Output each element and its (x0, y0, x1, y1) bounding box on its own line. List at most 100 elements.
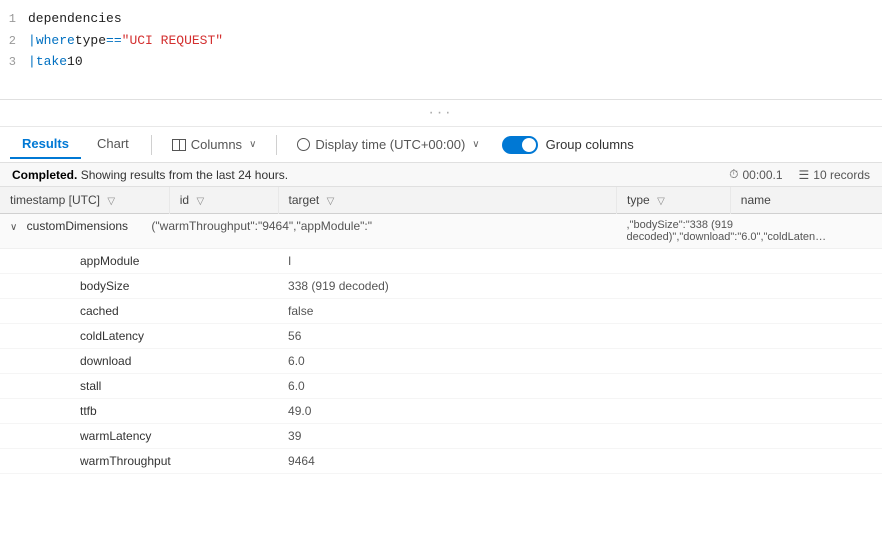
table-row: download 6.0 (0, 349, 882, 374)
expand-cell-label: ∨ customDimensions ("warmThroughput":"94… (0, 214, 617, 249)
nested-empty-8 (617, 424, 882, 449)
clock-icon (297, 138, 310, 151)
table-row: coldLatency 56 (0, 324, 882, 349)
display-time-button[interactable]: Display time (UTC+00:00) ∨ (287, 133, 489, 156)
nested-empty-7 (617, 399, 882, 424)
display-time-chevron-icon: ∨ (472, 139, 479, 150)
nested-empty-5 (617, 349, 882, 374)
keyword-take: take (36, 52, 67, 72)
group-columns-toggle-wrap: Group columns (502, 136, 634, 154)
expand-chevron-icon[interactable]: ∨ (10, 222, 17, 233)
records-count: 10 records (813, 168, 870, 182)
code-content-1: dependencies (28, 9, 122, 29)
expand-right-preview: ,"bodySize":"338 (919 decoded)","downloa… (617, 214, 882, 249)
nested-value-cached: false (278, 299, 617, 324)
nested-value-bodySize: 338 (919 decoded) (278, 274, 617, 299)
col-header-timestamp[interactable]: timestamp [UTC] ▽ (0, 187, 169, 214)
nested-value-coldLatency: 56 (278, 324, 617, 349)
group-columns-label: Group columns (546, 137, 634, 152)
pipe-operator-2: | (28, 31, 36, 51)
toggle-knob (522, 138, 536, 152)
status-sub-text: Showing results from the last 24 hours. (81, 168, 288, 182)
filter-icon-id[interactable]: ▽ (196, 196, 204, 207)
status-bar: Completed. Showing results from the last… (0, 163, 882, 187)
table-row: warmLatency 39 (0, 424, 882, 449)
code-line-1: 1 dependencies (0, 8, 882, 30)
col-label-name: name (741, 193, 771, 207)
operator-eq: == (106, 31, 122, 51)
code-editor[interactable]: 1 dependencies 2 | where type == "UCI RE… (0, 0, 882, 100)
records-icon: ☰ (799, 168, 810, 182)
columns-chevron-icon: ∨ (249, 139, 256, 150)
keyword-where: where (36, 31, 75, 51)
nested-value-stall: 6.0 (278, 374, 617, 399)
nested-label-stall: stall (0, 374, 278, 399)
tab-bar: Results Chart Columns ∨ Display time (UT… (0, 127, 882, 163)
col-header-type[interactable]: type ▽ (617, 187, 731, 214)
nested-empty-2 (617, 274, 882, 299)
nested-label-coldLatency: coldLatency (0, 324, 278, 349)
filter-icon-timestamp[interactable]: ▽ (107, 196, 115, 207)
nested-empty-1 (617, 249, 882, 274)
nested-label-warmLatency: warmLatency (0, 424, 278, 449)
nested-empty-4 (617, 324, 882, 349)
expand-label: customDimensions (27, 219, 128, 233)
table-row: cached false (0, 299, 882, 324)
time-badge: ⏱ 00:00.1 (729, 167, 782, 182)
clock-status-icon: ⏱ (729, 167, 738, 182)
nested-value-warmLatency: 39 (278, 424, 617, 449)
nested-empty-3 (617, 299, 882, 324)
section-divider: ··· (0, 100, 882, 127)
pipe-operator-3: | (28, 52, 36, 72)
code-line-2: 2 | where type == "UCI REQUEST" (0, 30, 882, 52)
expand-target-preview: ("warmThroughput":"9464","appModule":" (151, 219, 372, 233)
col-header-name[interactable]: name (730, 187, 882, 214)
take-value: 10 (67, 52, 83, 72)
status-right: ⏱ 00:00.1 ☰ 10 records (729, 167, 870, 182)
group-columns-toggle[interactable] (502, 136, 538, 154)
nested-value-ttfb: 49.0 (278, 399, 617, 424)
nested-value-download: 6.0 (278, 349, 617, 374)
tab-divider (151, 135, 152, 155)
col-label-target: target (289, 193, 320, 207)
nested-value-warmThroughput: 9464 (278, 449, 617, 474)
nested-label-appModule: appModule (0, 249, 278, 274)
dots-icon: ··· (429, 104, 454, 121)
col-label-id: id (180, 193, 189, 207)
field-type: type (75, 31, 106, 51)
code-line-3: 3 | take 10 (0, 51, 882, 73)
col-header-id[interactable]: id ▽ (169, 187, 278, 214)
table-row: bodySize 338 (919 decoded) (0, 274, 882, 299)
columns-label: Columns (191, 137, 242, 152)
filter-icon-target[interactable]: ▽ (327, 196, 335, 207)
nested-empty-9 (617, 449, 882, 474)
nested-value-appModule: I (278, 249, 617, 274)
results-table-wrapper[interactable]: timestamp [UTC] ▽ id ▽ target ▽ type ▽ (0, 187, 882, 540)
table-row: appModule I (0, 249, 882, 274)
columns-button[interactable]: Columns ∨ (162, 133, 267, 156)
string-value: "UCI REQUEST" (122, 31, 223, 51)
display-time-label: Display time (UTC+00:00) (315, 137, 465, 152)
tab-chart[interactable]: Chart (85, 130, 141, 159)
tab-divider-2 (276, 135, 277, 155)
line-number-3: 3 (0, 53, 28, 71)
col-header-target[interactable]: target ▽ (278, 187, 617, 214)
col-label-timestamp: timestamp [UTC] (10, 193, 100, 207)
status-text: Completed. Showing results from the last… (12, 168, 288, 182)
elapsed-time: 00:00.1 (742, 168, 782, 182)
nested-label-warmThroughput: warmThroughput (0, 449, 278, 474)
table-row-expand[interactable]: ∨ customDimensions ("warmThroughput":"94… (0, 214, 882, 249)
col-label-type: type (627, 193, 650, 207)
nested-label-bodySize: bodySize (0, 274, 278, 299)
tab-results[interactable]: Results (10, 130, 81, 159)
table-row: ttfb 49.0 (0, 399, 882, 424)
results-table: timestamp [UTC] ▽ id ▽ target ▽ type ▽ (0, 187, 882, 474)
status-completed: Completed. (12, 168, 77, 182)
main-content: Results Chart Columns ∨ Display time (UT… (0, 127, 882, 540)
filter-icon-type[interactable]: ▽ (657, 196, 665, 207)
table-row: warmThroughput 9464 (0, 449, 882, 474)
nested-label-ttfb: ttfb (0, 399, 278, 424)
table-header-row: timestamp [UTC] ▽ id ▽ target ▽ type ▽ (0, 187, 882, 214)
table-row: stall 6.0 (0, 374, 882, 399)
nested-label-download: download (0, 349, 278, 374)
